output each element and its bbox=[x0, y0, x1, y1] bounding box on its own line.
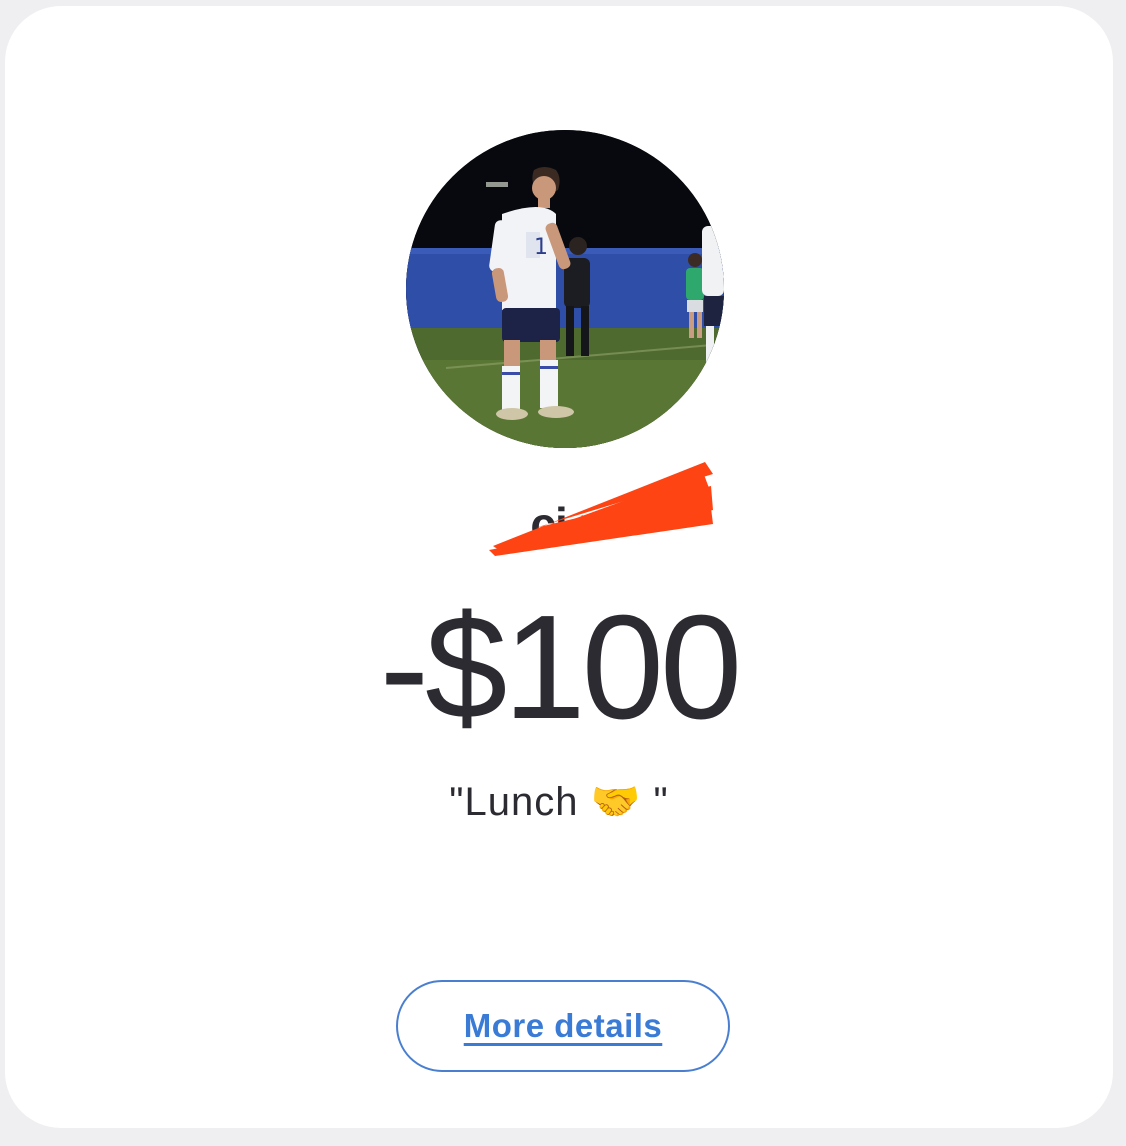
transaction-note: "Lunch 🤝 " bbox=[449, 780, 669, 824]
svg-text:1: 1 bbox=[534, 235, 548, 260]
profile-avatar: 1 bbox=[406, 130, 724, 448]
more-details-button[interactable]: More details bbox=[396, 980, 730, 1072]
transaction-amount: -$100 bbox=[379, 585, 743, 750]
more-details-label[interactable]: More details bbox=[464, 1007, 663, 1045]
redaction-scribble bbox=[489, 462, 713, 556]
transaction-card: 1 ci n -$100 "Lunch 🤝 " More det bbox=[5, 6, 1113, 1128]
avatar-photo: 1 bbox=[406, 130, 724, 448]
recipient-name-block: ci n bbox=[5, 462, 1126, 564]
